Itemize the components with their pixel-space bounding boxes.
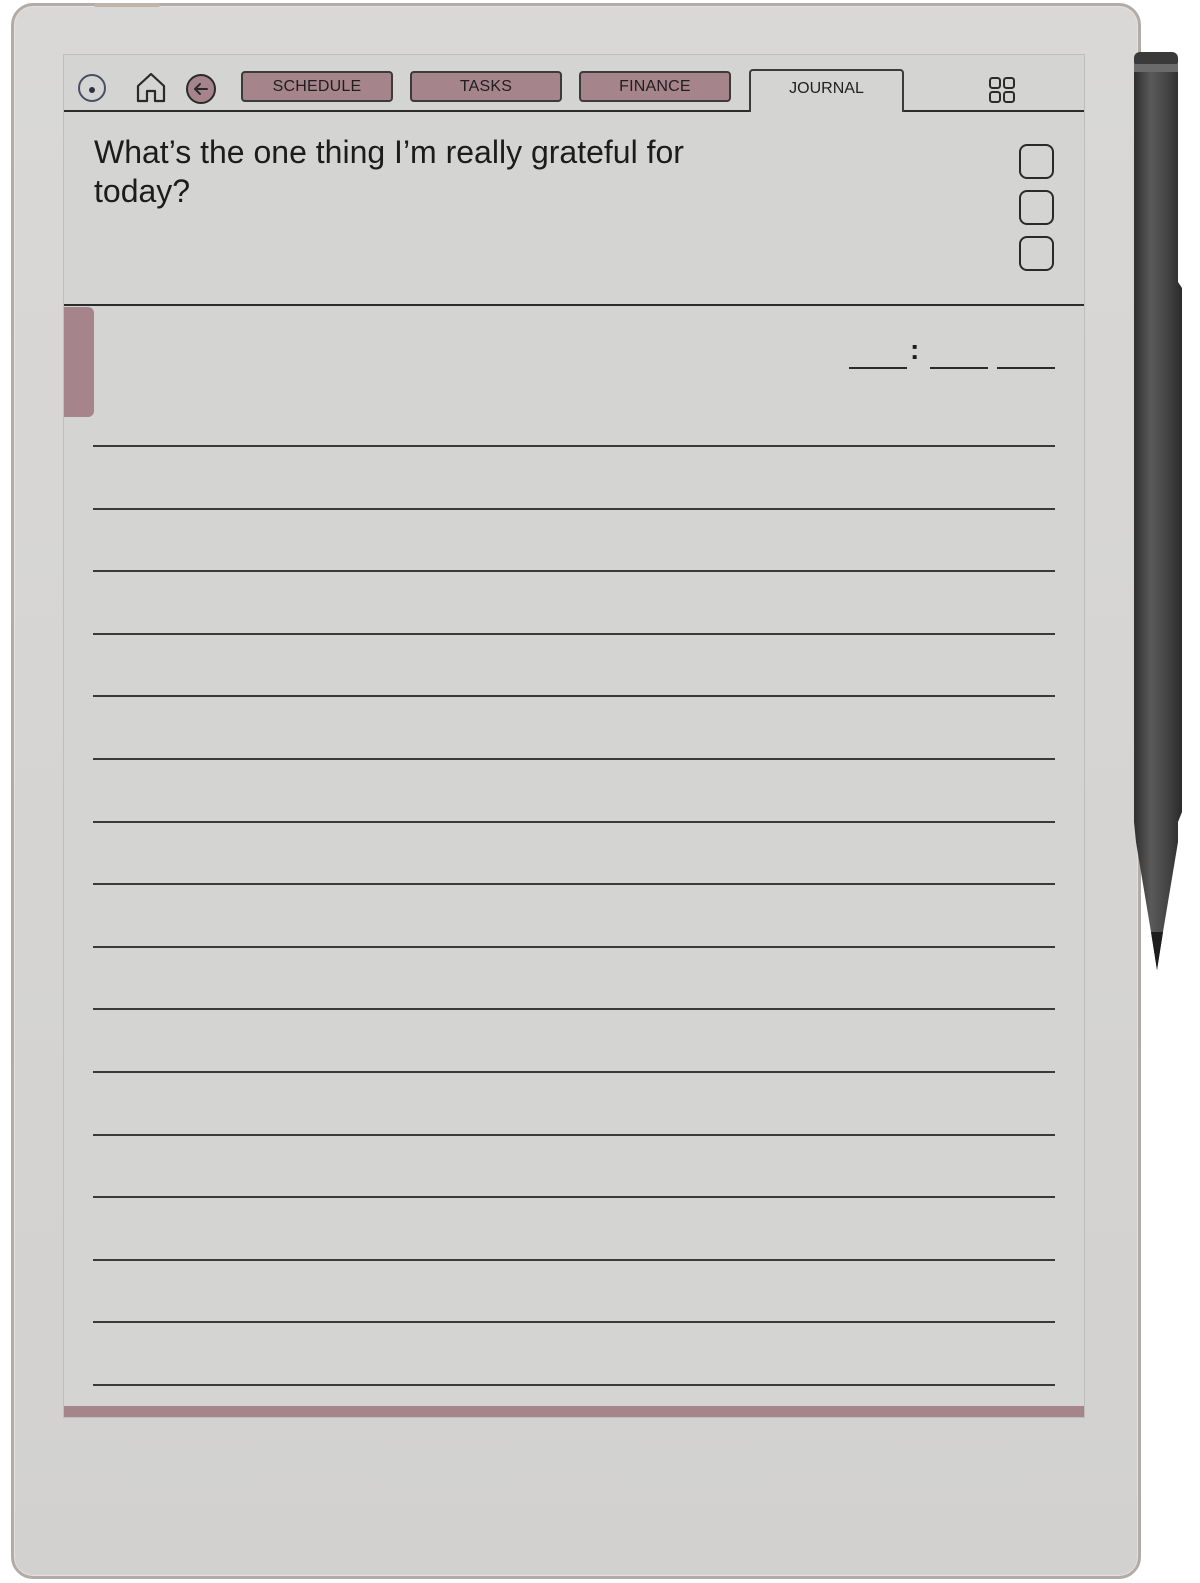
time-hour-field[interactable] (849, 367, 907, 369)
ruled-line (93, 633, 1055, 635)
ruled-line (93, 1134, 1055, 1136)
ruled-line (93, 508, 1055, 510)
time-minute-field[interactable] (930, 367, 988, 369)
section-divider (64, 304, 1084, 306)
record-icon[interactable] (77, 73, 107, 103)
grid-icon[interactable] (988, 76, 1016, 104)
ruled-line (93, 758, 1055, 760)
mood-checkbox[interactable] (1019, 144, 1054, 179)
bottom-accent-bar (64, 1406, 1084, 1417)
tab-journal[interactable]: JOURNAL (749, 69, 904, 112)
ruled-line (93, 1008, 1055, 1010)
time-period-field[interactable] (997, 367, 1055, 369)
tab-tasks[interactable]: TASKS (410, 71, 562, 102)
power-button[interactable] (94, 3, 160, 7)
ruled-line (93, 445, 1055, 447)
ruled-line (93, 695, 1055, 697)
ruled-line (93, 1259, 1055, 1261)
ruled-line (93, 1321, 1055, 1323)
e-ink-tablet: SCHEDULE TASKS FINANCE JOURNAL What’s th… (11, 3, 1141, 1579)
ruled-line (93, 946, 1055, 948)
ruled-line (93, 1071, 1055, 1073)
ruled-line (93, 1196, 1055, 1198)
time-separator: : (910, 334, 920, 365)
ruled-line (93, 1384, 1055, 1386)
back-arrow-icon[interactable] (185, 73, 217, 105)
home-icon[interactable] (134, 70, 168, 104)
page-marker-tab[interactable] (64, 307, 94, 417)
stylus-pen (1134, 52, 1182, 970)
toolbar-divider (64, 110, 1084, 112)
mood-checkbox[interactable] (1019, 236, 1054, 271)
mood-checkbox[interactable] (1019, 190, 1054, 225)
ruled-line (93, 821, 1055, 823)
tab-schedule[interactable]: SCHEDULE (241, 71, 393, 102)
ruled-line (93, 883, 1055, 885)
tab-finance[interactable]: FINANCE (579, 71, 731, 102)
toolbar: SCHEDULE TASKS FINANCE JOURNAL (64, 55, 1084, 112)
ruled-line (93, 570, 1055, 572)
tablet-screen: SCHEDULE TASKS FINANCE JOURNAL What’s th… (63, 54, 1085, 1418)
journal-prompt: What’s the one thing I’m really grateful… (94, 134, 684, 209)
